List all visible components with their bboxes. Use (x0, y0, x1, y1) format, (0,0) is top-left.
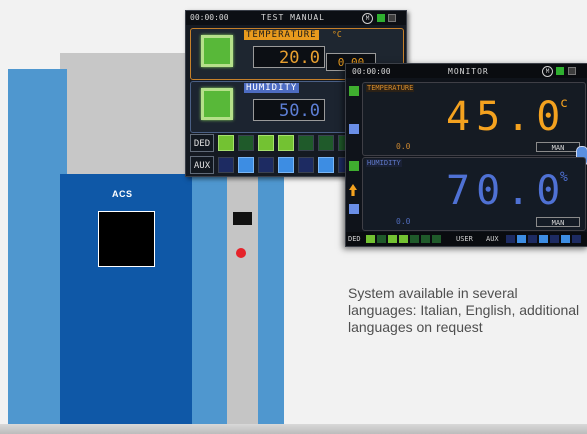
ded-output-5[interactable] (298, 135, 314, 151)
ded-indicator-3 (388, 235, 397, 243)
temperature-toggle-button[interactable] (201, 35, 233, 67)
screen-title: TEST MANUAL (261, 13, 325, 22)
status-grey-icon (388, 14, 396, 22)
aux-output-3[interactable] (258, 157, 274, 173)
humidity-setpoint: 0.0 (396, 217, 411, 226)
aux-output-1[interactable] (218, 157, 234, 173)
aux-indicator-5 (550, 235, 559, 243)
chamber-window (98, 211, 155, 267)
monitor-screen: 00:00:00 MONITOR M TEMPERATURE 45.0 c 0.… (345, 63, 587, 247)
aux-row-label: AUX (190, 156, 214, 174)
temperature-chart-icon[interactable] (349, 124, 359, 134)
aux-indicator-4 (539, 235, 548, 243)
aux-output-6[interactable] (318, 157, 334, 173)
ded-indicator-6 (421, 235, 430, 243)
aux-indicator-6 (561, 235, 570, 243)
ded-indicator-2 (377, 235, 386, 243)
humidity-toggle-button[interactable] (201, 88, 233, 120)
humidity-value[interactable]: 50.0 (253, 99, 325, 121)
ded-indicator-5 (410, 235, 419, 243)
aux-output-5[interactable] (298, 157, 314, 173)
aux-label: AUX (486, 235, 499, 243)
screen-title: MONITOR (448, 67, 489, 76)
temperature-mode-button[interactable]: MAN (536, 142, 580, 152)
temperature-value[interactable]: 20.0 (253, 46, 325, 68)
ded-output-1[interactable] (218, 135, 234, 151)
status-green-icon (377, 14, 385, 22)
status-led (236, 248, 246, 258)
chamber-door-frame (46, 174, 60, 434)
temperature-setpoint: 0.0 (396, 142, 411, 151)
status-grey-icon (568, 67, 576, 75)
ded-output-4[interactable] (278, 135, 294, 151)
temperature-value: 45.0 (446, 94, 567, 140)
caption-text: System available in several languages: I… (348, 285, 580, 335)
status-green-icon (556, 67, 564, 75)
ded-indicator-4 (399, 235, 408, 243)
ded-label: DED (348, 235, 361, 243)
manual-mode-icon[interactable]: M (542, 66, 553, 77)
temperature-label: TEMPERATURE (244, 30, 319, 40)
temperature-unit: °C (332, 30, 342, 39)
humidity-label: HUMIDITY (244, 83, 300, 93)
humidity-unit: % (560, 170, 568, 185)
temperature-unit: c (560, 96, 568, 111)
aux-indicator-3 (528, 235, 537, 243)
temperature-label: TEMPERATURE (366, 84, 415, 92)
ded-indicator-7 (432, 235, 441, 243)
power-switch[interactable] (233, 212, 252, 225)
clock: 00:00:00 (352, 67, 391, 76)
chamber-right-panel (258, 174, 284, 434)
user-label: USER (456, 235, 473, 243)
brand-logo: ACS (112, 189, 133, 199)
aux-indicator-1 (506, 235, 515, 243)
ded-indicator-1 (366, 235, 375, 243)
floor-shadow (0, 424, 587, 434)
humidity-status-icon (349, 161, 359, 171)
humidity-label: HUMIDITY (366, 159, 402, 167)
chamber-door-edge (192, 174, 227, 434)
aux-indicator-7 (572, 235, 581, 243)
humidity-chart-icon[interactable] (349, 204, 359, 214)
ded-output-6[interactable] (318, 135, 334, 151)
status-bar: 00:00:00 TEST MANUAL M (186, 11, 406, 25)
temperature-status-icon (349, 86, 359, 96)
status-bar: 00:00:00 MONITOR M (346, 64, 587, 78)
ded-output-2[interactable] (238, 135, 254, 151)
aux-output-4[interactable] (278, 157, 294, 173)
ded-output-3[interactable] (258, 135, 274, 151)
aux-indicator-2 (517, 235, 526, 243)
humidity-value: 70.0 (446, 168, 567, 214)
aux-output-2[interactable] (238, 157, 254, 173)
humidity-mode-button[interactable]: MAN (536, 217, 580, 227)
manual-mode-icon[interactable]: M (362, 13, 373, 24)
ded-row-label: DED (190, 134, 214, 152)
clock: 00:00:00 (190, 13, 229, 22)
arrow-up-icon[interactable] (349, 184, 357, 196)
